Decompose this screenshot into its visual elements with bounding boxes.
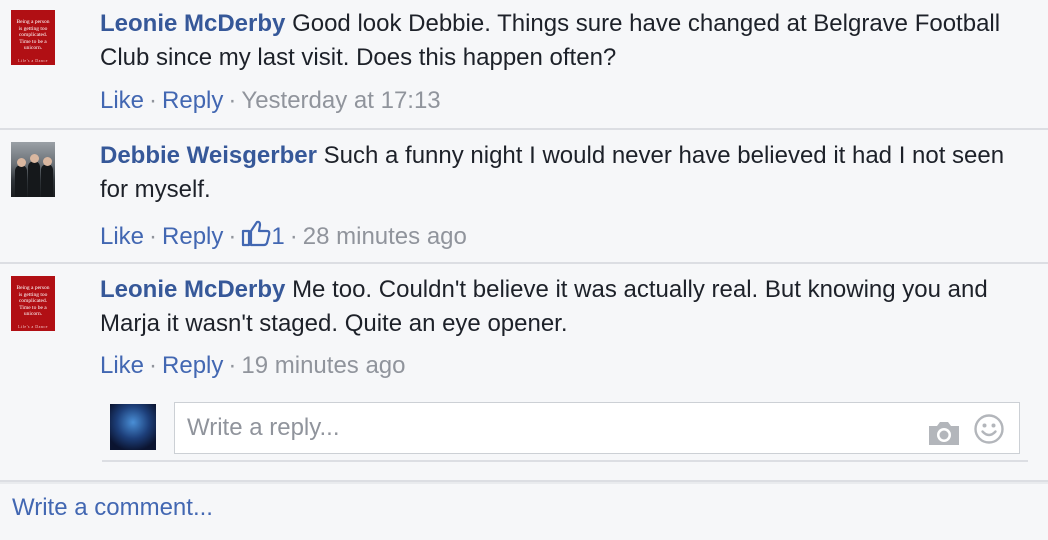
comment-author[interactable]: Debbie Weisgerber [100, 142, 317, 169]
divider [102, 460, 1028, 462]
avatar-text-line: Time to be a unicorn. [19, 304, 47, 318]
reply-placeholder: Write a reply... [187, 414, 340, 441]
like-link[interactable]: Like [100, 352, 144, 379]
comment-timestamp[interactable]: 19 minutes ago [241, 352, 405, 379]
like-thumb-icon[interactable] [241, 219, 271, 255]
write-comment-label: Write a comment... [12, 494, 213, 521]
like-link[interactable]: Like [100, 223, 144, 250]
photo-figure-head [17, 158, 26, 167]
comment-actions: Like · Reply · 1 · 28 minutes ago [100, 219, 467, 255]
comment-timestamp[interactable]: 28 minutes ago [303, 223, 467, 250]
comment-item: Debbie Weisgerber Such a funny night I w… [0, 130, 1048, 264]
avatar-footer: Life's a Dance [18, 323, 48, 329]
avatar-text-line: Time to be a unicorn. [19, 38, 47, 52]
comment-timestamp[interactable]: Yesterday at 17:13 [241, 87, 440, 114]
camera-icon[interactable] [927, 415, 961, 465]
comment-item: Being a person is getting too complicate… [0, 0, 1048, 130]
avatar[interactable]: Being a person is getting too complicate… [11, 10, 55, 65]
current-user-avatar[interactable] [110, 404, 156, 450]
photo-figure [15, 165, 27, 197]
comment-body: Leonie McDerby Me too. Couldn't believe … [100, 273, 1020, 341]
comment-author[interactable]: Leonie McDerby [100, 276, 285, 303]
comment-actions: Like · Reply · 19 minutes ago [100, 352, 406, 379]
comment-body: Debbie Weisgerber Such a funny night I w… [100, 139, 1020, 207]
reply-link[interactable]: Reply [162, 223, 223, 250]
avatar-footer: Life's a Dance [18, 57, 48, 63]
avatar-text-line: Being a person [16, 19, 50, 25]
reply-input[interactable]: Write a reply... [174, 402, 1020, 454]
photo-figure-head [30, 154, 39, 163]
comment-author[interactable]: Leonie McDerby [100, 10, 285, 37]
reply-link[interactable]: Reply [162, 87, 223, 114]
write-comment-input[interactable]: Write a comment... [0, 484, 1048, 540]
photo-figure [28, 161, 40, 197]
avatar[interactable]: Being a person is getting too complicate… [11, 276, 55, 331]
like-count[interactable]: 1 [271, 223, 284, 250]
avatar[interactable] [11, 142, 55, 197]
smiley-icon[interactable] [973, 413, 1005, 463]
reply-composer: Write a reply... [0, 390, 1048, 482]
like-link[interactable]: Like [100, 87, 144, 114]
reply-link[interactable]: Reply [162, 352, 223, 379]
photo-figure [41, 164, 53, 197]
photo-figure-head [43, 157, 52, 166]
comment-body: Leonie McDerby Good look Debbie. Things … [100, 7, 1020, 75]
comment-actions: Like · Reply · Yesterday at 17:13 [100, 87, 441, 114]
comment-item: Being a person is getting too complicate… [0, 264, 1048, 394]
avatar-text-line: Being a person [16, 285, 50, 291]
